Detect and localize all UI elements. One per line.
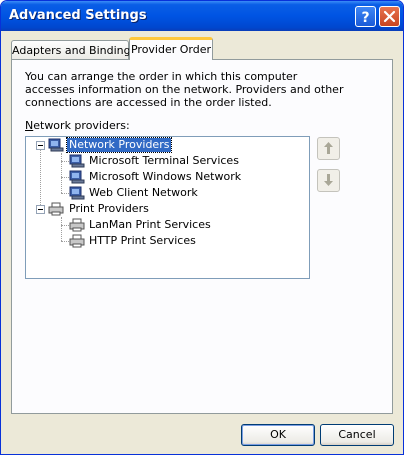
- close-button[interactable]: [379, 6, 400, 27]
- help-question-icon: ?: [361, 10, 369, 26]
- tree-item-print-providers[interactable]: Print Providers: [67, 202, 151, 218]
- tree-item-label: Print Providers: [69, 202, 149, 215]
- printer-icon: [48, 202, 64, 216]
- printer-icon: [69, 234, 85, 248]
- tab-adapters-and-bindings[interactable]: Adapters and Bindings: [11, 40, 136, 59]
- tree-item-http-print-services[interactable]: HTTP Print Services: [87, 234, 198, 250]
- tree-item-label: Web Client Network: [89, 186, 198, 199]
- tree-item-web-client-network[interactable]: Web Client Network: [87, 186, 200, 202]
- tree-line: [61, 193, 69, 194]
- collapse-toggle[interactable]: [36, 141, 45, 150]
- tree-item-label: LanMan Print Services: [89, 218, 211, 231]
- cancel-button[interactable]: Cancel: [320, 424, 394, 446]
- close-x-icon: [383, 10, 396, 23]
- arrow-down-icon: [324, 174, 333, 186]
- help-button[interactable]: ?: [355, 6, 376, 27]
- tree-line: [61, 217, 62, 241]
- svg-text:?: ?: [361, 10, 369, 26]
- tree-line: [61, 241, 69, 242]
- tree-line: [40, 147, 41, 209]
- advanced-settings-window: Advanced Settings ? Adapters and Binding…: [0, 0, 404, 455]
- collapse-toggle[interactable]: [36, 205, 45, 214]
- accelerator-letter: N: [25, 119, 34, 132]
- title-bar[interactable]: Advanced Settings ?: [1, 1, 403, 31]
- network-provider-icon: [69, 154, 85, 168]
- tree-line: [61, 177, 69, 178]
- tab-provider-order[interactable]: Provider Order: [129, 37, 213, 60]
- tree-item-microsoft-terminal-services[interactable]: Microsoft Terminal Services: [87, 154, 241, 170]
- tree-line: [61, 161, 69, 162]
- tree-item-label: HTTP Print Services: [89, 234, 196, 247]
- tree-line: [61, 225, 69, 226]
- printer-icon: [69, 218, 85, 232]
- tree-item-label: Network Providers: [65, 137, 173, 153]
- description-text: You can arrange the order in which this …: [25, 70, 344, 109]
- tree-item-network-providers[interactable]: Network Providers: [65, 137, 173, 154]
- window-title: Advanced Settings: [9, 8, 147, 23]
- providers-tree[interactable]: Network Providers Microsoft Terminal Ser…: [25, 136, 310, 279]
- move-up-button[interactable]: [317, 137, 340, 160]
- tree-item-microsoft-windows-network[interactable]: Microsoft Windows Network: [87, 170, 243, 186]
- move-down-button[interactable]: [317, 169, 340, 192]
- tree-line: [61, 153, 62, 193]
- network-provider-icon: [48, 138, 64, 152]
- network-provider-icon: [69, 186, 85, 200]
- network-provider-icon: [69, 170, 85, 184]
- tree-item-label: Microsoft Terminal Services: [89, 154, 239, 167]
- tree-item-lanman-print-services[interactable]: LanMan Print Services: [87, 218, 213, 234]
- arrow-up-icon: [324, 142, 333, 154]
- tree-item-label: Microsoft Windows Network: [89, 170, 242, 183]
- network-providers-label: Network providers:: [25, 119, 130, 132]
- label-text: etwork providers:: [33, 119, 130, 132]
- ok-button[interactable]: OK: [241, 424, 315, 446]
